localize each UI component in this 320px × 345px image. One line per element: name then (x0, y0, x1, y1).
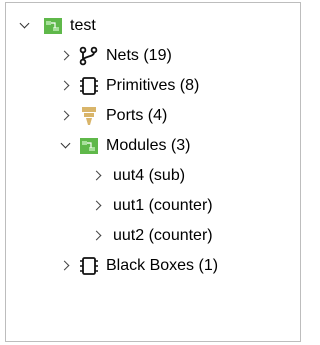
chevron-right-icon[interactable] (59, 49, 73, 63)
chevron-right-icon[interactable] (91, 229, 105, 243)
tree-item-label: Black Boxes (1) (106, 257, 219, 274)
chevron-right-icon[interactable] (59, 79, 73, 93)
tree-item-label: uut2 (counter) (113, 227, 213, 244)
tree-item-label: uut1 (counter) (113, 197, 213, 214)
tree-item-uut4[interactable]: uut4 (sub) (91, 161, 185, 191)
tree-item-label: Ports (4) (106, 107, 168, 124)
chevron-right-icon[interactable] (91, 199, 105, 213)
chevron-right-icon[interactable] (59, 259, 73, 273)
tree-item-primitives[interactable]: Primitives (8) (59, 71, 199, 101)
tree-item-black-boxes[interactable]: Black Boxes (1) (59, 251, 218, 281)
tree-item-modules[interactable]: Modules (3) (59, 131, 190, 161)
tree-item-ports[interactable]: Ports (4) (59, 101, 167, 131)
tree-item-uut2[interactable]: uut2 (counter) (91, 221, 213, 251)
tree-item-uut1[interactable]: uut1 (counter) (91, 191, 213, 221)
port-funnel-icon (79, 106, 99, 126)
chevron-right-icon[interactable] (59, 109, 73, 123)
nets-branch-icon (79, 46, 99, 66)
hierarchy-tree-panel: test Nets (19) Primitives (8) Ports (4) … (5, 2, 301, 342)
chevron-right-icon[interactable] (91, 169, 105, 183)
tree-item-label: Modules (3) (106, 137, 191, 154)
module-icon (79, 136, 99, 156)
module-icon (43, 16, 63, 36)
tree-item-label: uut4 (sub) (113, 167, 186, 184)
primitive-chip-icon (79, 256, 99, 276)
tree-root-test[interactable]: test (18, 11, 96, 41)
chevron-down-icon[interactable] (59, 139, 73, 153)
chevron-down-icon[interactable] (18, 19, 32, 33)
tree-item-label: Nets (19) (106, 47, 172, 64)
primitive-chip-icon (79, 76, 99, 96)
tree-item-label: Primitives (8) (106, 77, 200, 94)
tree-item-label: test (70, 17, 96, 34)
tree-item-nets[interactable]: Nets (19) (59, 41, 172, 71)
